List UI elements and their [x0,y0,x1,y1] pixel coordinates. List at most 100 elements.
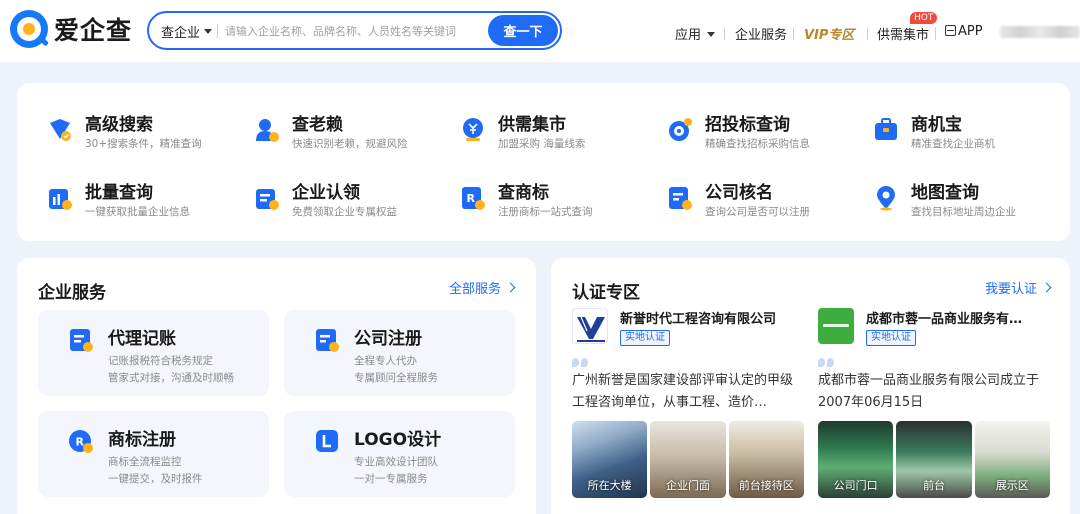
chevron-right-icon [505,282,516,293]
feature-desc: 查询公司是否可以注册 [705,206,810,218]
feature-trademark[interactable]: R 查商标 注册商标一站式查询 [460,178,660,222]
nav-app-label: APP [958,24,983,39]
certified-company-card[interactable]: 成都市蓉一品商业服务有… 实地认证 成都市蓉一品商业服务有限公司成立于2007年… [818,308,1050,514]
feature-desc: 快速识别老赖，规避风险 [292,138,408,150]
logo-mark-icon [10,10,50,48]
feature-desc: 30+搜索条件，精准查询 [85,138,202,150]
nav-enterprise-services[interactable]: 企业服务 [735,24,787,43]
business-opportunity-icon [875,118,897,140]
service-desc-line2: 一键提交，及时报件 [108,473,203,485]
apply-certification-label: 我要认证 [984,282,1037,297]
service-card-company-registration[interactable]: 公司注册 全程专人代办 专属顾问全程服务 [284,310,515,396]
search-type-label: 查企业 [161,26,201,41]
certification-panel: 认证专区 我要认证 新誉时代工程咨询有限公司 实地认证 广州新誉是国家建设部评审… [551,258,1070,514]
nav-separator [867,27,868,40]
certified-company-card[interactable]: 新誉时代工程咨询有限公司 实地认证 广州新誉是国家建设部评审认定的甲级工程咨询单… [572,308,804,514]
nav-apps[interactable]: 应用 [675,24,716,43]
company-name-check-icon [669,187,692,210]
company-description: 成都市蓉一品商业服务有限公司成立于2007年06月15日 [818,373,1040,410]
photo-label: 公司门口 [833,479,878,492]
service-desc-line2: 专属顾问全程服务 [354,372,438,384]
enterprise-claim-icon [256,189,279,210]
photo-label: 企业门面 [665,479,710,492]
feature-desc: 精准查找企业商机 [911,138,995,150]
user-account-blurred[interactable] [1000,26,1080,38]
company-description: 广州新誉是国家建设部评审认定的甲级工程咨询单位，从事工程、造价… [572,373,794,410]
nav-app[interactable]: APP [945,24,983,39]
feature-enterprise-claim[interactable]: 企业认领 免费领取企业专属权益 [254,178,454,222]
company-photo[interactable]: 公司门口 [818,421,894,498]
search-type-select[interactable]: 查企业 [161,22,213,41]
feature-business-opportunity[interactable]: 商机宝 精准查找企业商机 [873,110,1073,154]
feature-map-query[interactable]: 地图查询 查找目标地址周边企业 [873,178,1073,222]
company-photo[interactable]: 前台 [896,421,972,498]
search-input[interactable] [225,19,483,43]
company-photos: 公司门口 前台 展示区 [818,421,1050,498]
services-title: 企业服务 [38,283,106,303]
nav-apps-label: 应用 [675,28,702,43]
all-services-link[interactable]: 全部服务 [448,278,516,297]
feature-supply-market[interactable]: 供需集市 加盟采购 海量线索 [460,110,660,154]
service-card-logo-design[interactable]: LOGO设计 专业高效设计团队 一对一专属服务 [284,411,515,497]
apply-certification-link[interactable]: 我要认证 [984,278,1052,297]
nav-separator [793,27,794,40]
bidding-icon [669,118,692,141]
nav-separator [935,27,936,40]
feature-desc: 加盟采购 海量线索 [498,138,586,150]
defaulter-icon [256,119,279,142]
feature-desc: 一键获取批量企业信息 [85,206,190,218]
trademark-registration-icon: R [69,430,93,453]
feature-bidding[interactable]: 招投标查询 精确查找招标采购信息 [667,110,867,154]
advanced-search-icon [50,119,71,141]
feature-desc: 查找目标地址周边企业 [911,206,1016,218]
company-photo[interactable]: 展示区 [974,421,1050,498]
chevron-right-icon [1041,282,1052,293]
svg-text:R: R [76,436,85,449]
company-name: 成都市蓉一品商业服务有… [866,312,1023,327]
feature-company-name-check[interactable]: 公司核名 查询公司是否可以注册 [667,178,867,222]
enterprise-services-panel: 企业服务 全部服务 代理记账 记账报税符合税务规定 管家式对接，沟通及时顺畅 公… [17,258,536,514]
nav-supply-market[interactable]: 供需集市 [877,24,929,43]
photo-label: 所在大楼 [587,479,632,492]
search-bar: 查企业 查一下 [147,11,562,50]
hot-badge: HOT [910,12,938,24]
caret-down-icon [204,29,213,34]
company-logo-icon [572,308,608,344]
quote-icon [818,352,836,371]
bookkeeping-icon [70,329,93,352]
logo-text: 爱企查 [54,16,133,45]
feature-title: 查老赖 [292,115,343,135]
search-button[interactable]: 查一下 [488,15,558,46]
app-icon [945,25,956,36]
company-photo[interactable]: 所在大楼 [572,421,648,498]
service-card-trademark-registration[interactable]: R 商标注册 商标全流程监控 一键提交，及时报件 [38,411,269,497]
site-logo[interactable]: 爱企查 [10,10,132,48]
service-desc-line1: 记账报税符合税务规定 [108,355,213,367]
feature-title: 批量查询 [85,183,153,203]
certification-title: 认证专区 [572,283,640,303]
caret-down-icon [707,32,716,37]
nav-separator [724,27,725,40]
feature-defaulter[interactable]: 查老赖 快速识别老赖，规避风险 [254,110,454,154]
feature-batch-query[interactable]: 批量查询 一键获取批量企业信息 [47,178,247,222]
feature-advanced-search[interactable]: 高级搜索 30+搜索条件，精准查询 [47,110,247,154]
service-card-bookkeeping[interactable]: 代理记账 记账报税符合税务规定 管家式对接，沟通及时顺畅 [38,310,269,396]
photo-label: 前台接待区 [738,479,794,492]
feature-title: 招投标查询 [705,115,790,135]
verified-badge: 实地认证 [620,330,670,346]
company-photo[interactable]: 前台接待区 [728,421,804,498]
photo-label: 前台 [922,479,945,492]
supply-market-icon [463,118,483,141]
company-photo[interactable]: 企业门面 [650,421,726,498]
service-title: 代理记账 [108,329,176,349]
feature-panel: 高级搜索 30+搜索条件，精准查询 查老赖 快速识别老赖，规避风险 供需集市 加… [17,83,1070,241]
company-registration-icon [316,329,339,352]
svg-text:R: R [467,192,476,205]
feature-desc: 精确查找招标采购信息 [705,138,810,150]
feature-title: 供需集市 [498,115,566,135]
nav-vip[interactable]: VIP专区 [804,24,854,43]
feature-title: 企业认领 [292,183,360,203]
feature-desc: 注册商标一站式查询 [498,206,593,218]
quote-icon [572,352,590,371]
all-services-label: 全部服务 [448,282,501,297]
